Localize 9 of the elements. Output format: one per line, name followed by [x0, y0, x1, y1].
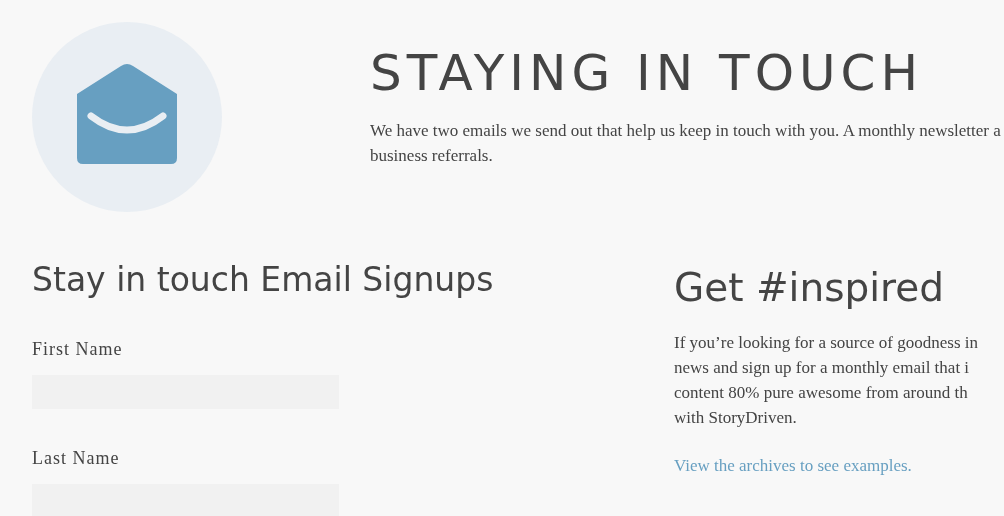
field-label: Last Name: [32, 447, 120, 469]
intro-paragraph: We have two emails we send out that help us keep in touch with you. A monthly newsletter a business referrals.: [370, 120, 1001, 167]
field-label: First Name: [32, 338, 123, 360]
section-heading: Stay in touch Email Signups: [32, 259, 494, 301]
section-heading: Get #inspired: [674, 264, 944, 312]
page-title: STAYING IN TOUCH: [370, 43, 925, 104]
archives-link[interactable]: View the archives to see examples.: [674, 456, 912, 476]
body-paragraph: If you’re looking for a source of goodness in news and sign up for a monthly email that i content 80% pure awesome from around th with StoryDriven.: [674, 332, 979, 429]
envelope-icon: [77, 64, 177, 164]
